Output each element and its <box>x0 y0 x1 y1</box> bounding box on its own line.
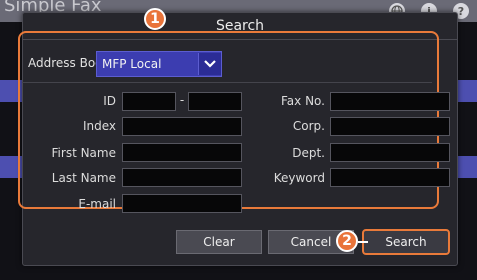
email-label: E-mail <box>78 197 116 211</box>
fax-no-field[interactable] <box>330 92 450 111</box>
step-marker-2: 2 <box>336 230 358 252</box>
id-field-1[interactable] <box>122 92 176 111</box>
background-list-row <box>456 80 477 102</box>
clear-button[interactable]: Clear <box>176 230 262 254</box>
id-separator: - <box>179 93 185 107</box>
first-name-label: First Name <box>51 146 116 160</box>
email-field[interactable] <box>122 194 242 213</box>
divider <box>22 82 432 83</box>
corp-field[interactable] <box>330 117 450 136</box>
dept-label: Dept. <box>292 146 325 160</box>
address-book-select[interactable]: MFP Local <box>96 51 222 77</box>
dept-field[interactable] <box>330 143 450 162</box>
last-name-field[interactable] <box>122 168 242 187</box>
id-label: ID <box>103 94 116 108</box>
corp-label: Corp. <box>292 119 325 133</box>
index-label: Index <box>82 119 116 133</box>
marker-connector <box>358 241 368 243</box>
index-field[interactable] <box>122 117 242 136</box>
chevron-down-icon[interactable] <box>198 53 221 75</box>
fax-no-label: Fax No. <box>281 94 325 108</box>
background-list-row <box>456 156 477 178</box>
step-marker-1: 1 <box>144 8 166 30</box>
id-field-2[interactable] <box>188 92 242 111</box>
first-name-field[interactable] <box>122 143 242 162</box>
keyword-label: Keyword <box>273 171 325 185</box>
keyword-field[interactable] <box>330 168 450 187</box>
last-name-label: Last Name <box>51 171 116 185</box>
address-book-value: MFP Local <box>102 57 162 71</box>
search-button[interactable]: Search <box>362 229 450 255</box>
